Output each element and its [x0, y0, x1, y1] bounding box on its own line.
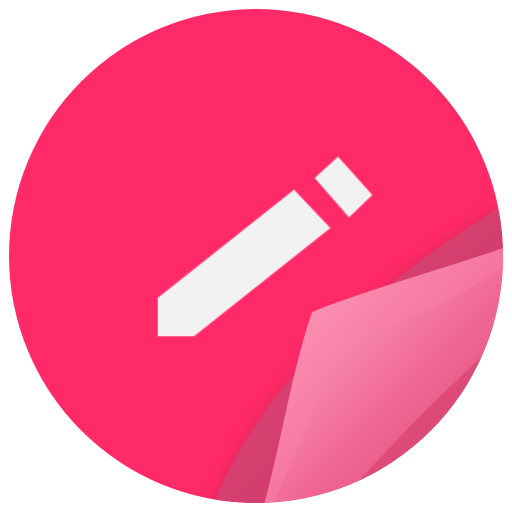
notes-pencil-icon [9, 9, 503, 503]
app-icon [0, 0, 512, 512]
